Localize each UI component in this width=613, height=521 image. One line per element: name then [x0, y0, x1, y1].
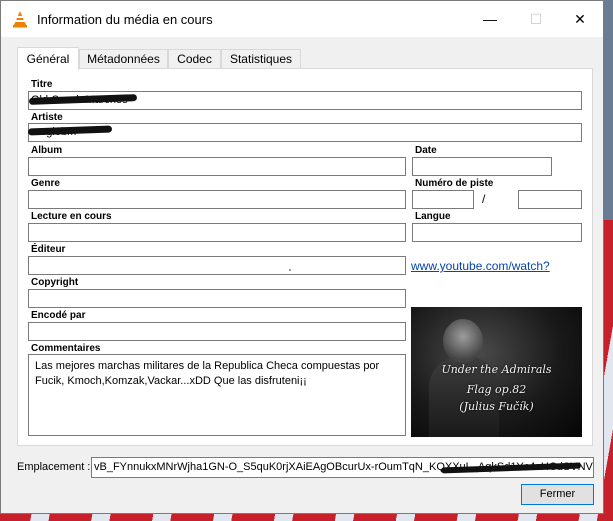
comments-field[interactable]: Las mejores marchas militares de la Repu… [28, 354, 406, 436]
minimize-icon: — [483, 11, 497, 27]
language-field[interactable] [412, 223, 582, 242]
tab-metadata[interactable]: Métadonnées [79, 49, 168, 68]
tab-codec[interactable]: Codec [168, 49, 221, 68]
minimize-button[interactable]: — [467, 1, 513, 37]
artwork-text-line3: (Julius Fučík) [459, 400, 534, 413]
track-total-field[interactable] [518, 190, 582, 209]
encoded-by-label: Encodé par [31, 310, 86, 321]
maximize-button[interactable]: ☐ [513, 1, 559, 37]
close-window-button[interactable]: ✕ [557, 1, 603, 37]
genre-label: Genre [31, 178, 60, 189]
album-artwork: Under the Admirals Flag op.82 (Julius Fu… [411, 307, 582, 437]
copyright-label: Copyright [31, 277, 79, 288]
date-label: Date [415, 145, 437, 156]
tab-general[interactable]: Général [17, 47, 79, 70]
track-number-label: Numéro de piste [415, 178, 494, 189]
now-playing-field[interactable] [28, 223, 406, 242]
language-label: Langue [415, 211, 451, 222]
close-icon: ✕ [574, 10, 586, 27]
encoded-by-field[interactable] [28, 322, 406, 341]
track-number-field[interactable] [412, 190, 474, 209]
comments-label: Commentaires [31, 343, 101, 354]
artist-label: Artiste [31, 112, 63, 123]
vlc-cone-icon [13, 11, 27, 28]
title-label: Titre [31, 79, 53, 90]
date-field[interactable] [412, 157, 552, 176]
track-separator: / [482, 192, 486, 206]
artwork-text-line1: Under the Admirals [441, 363, 552, 376]
artwork-text-line2: Flag op.82 [466, 383, 527, 396]
location-label: Emplacement : [17, 461, 91, 473]
window-title: Information du média en cours [37, 12, 213, 27]
publisher-label: Éditeur [31, 244, 66, 255]
title-bar: Information du média en cours — ☐ ✕ [1, 1, 603, 37]
publisher-field[interactable] [28, 256, 406, 275]
close-button[interactable]: Fermer [521, 484, 594, 505]
media-info-dialog: Information du média en cours — ☐ ✕ Géné… [0, 0, 604, 514]
maximize-icon: ☐ [529, 10, 543, 27]
artwork-figure-face [443, 319, 483, 363]
album-field[interactable] [28, 157, 406, 176]
genre-field[interactable] [28, 190, 406, 209]
caret-dot [289, 269, 291, 271]
tab-statistics[interactable]: Statistiques [221, 49, 301, 68]
copyright-field[interactable] [28, 289, 406, 308]
album-label: Album [31, 145, 63, 156]
url-link[interactable]: www.youtube.com/watch? [411, 259, 550, 273]
now-playing-label: Lecture en cours [31, 211, 112, 222]
